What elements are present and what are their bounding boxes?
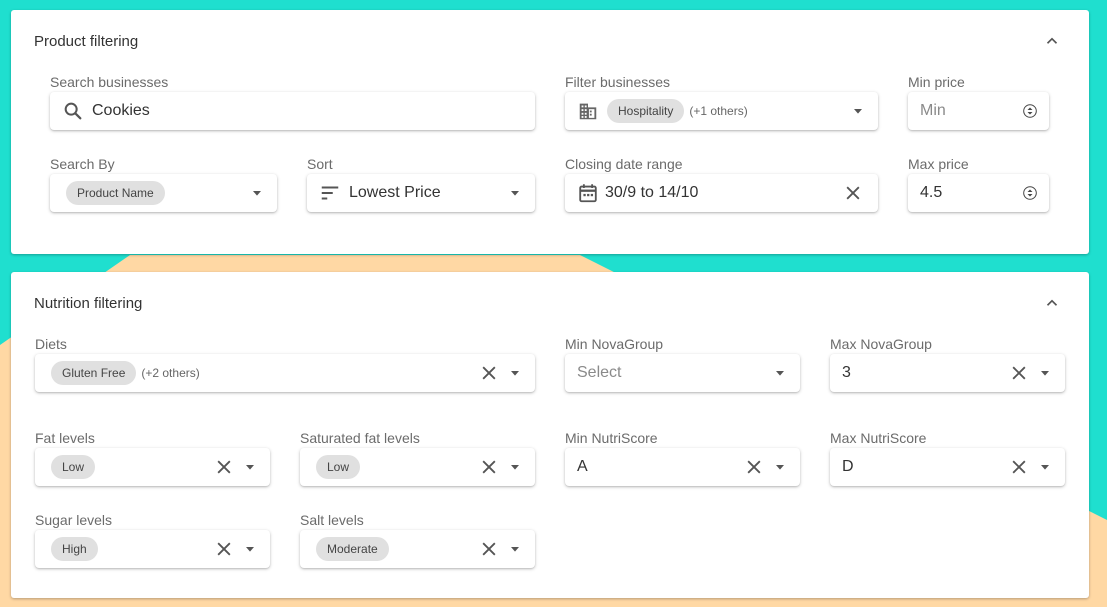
dropdown-arrow-icon[interactable] <box>507 541 523 557</box>
min-nutriscore-select[interactable]: A <box>565 448 800 486</box>
sort-value: Lowest Price <box>349 184 441 201</box>
fat-levels-select[interactable]: Low <box>35 448 270 486</box>
clear-close-icon[interactable] <box>214 539 234 559</box>
min-novagroup-placeholder: Select <box>577 364 622 381</box>
search-by-chip[interactable]: Product Name <box>66 181 165 205</box>
sort-label: Sort <box>307 156 333 172</box>
dropdown-arrow-icon[interactable] <box>507 459 523 475</box>
search-by-select[interactable]: Product Name <box>50 174 277 212</box>
min-nutriscore-label: Min NutriScore <box>565 430 658 446</box>
clear-close-icon[interactable] <box>1009 363 1029 383</box>
dropdown-arrow-icon[interactable] <box>1037 365 1053 381</box>
sugar-levels-select[interactable]: High <box>35 530 270 568</box>
min-novagroup-label: Min NovaGroup <box>565 336 664 352</box>
sugar-levels-chip[interactable]: High <box>51 537 98 561</box>
search-by-label: Search By <box>50 156 115 172</box>
dropdown-arrow-icon[interactable] <box>1037 459 1053 475</box>
dropdown-arrow-icon[interactable] <box>850 103 866 119</box>
dropdown-arrow-icon[interactable] <box>507 365 523 381</box>
saturated-fat-levels-label: Saturated fat levels <box>300 430 420 446</box>
building-icon <box>577 100 599 122</box>
search-businesses-input[interactable]: Cookies <box>50 92 535 130</box>
max-novagroup-select[interactable]: 3 <box>830 354 1065 392</box>
max-novagroup-value: 3 <box>842 364 851 381</box>
dropdown-arrow-icon[interactable] <box>772 365 788 381</box>
max-price-label: Max price <box>908 156 969 172</box>
sort-select[interactable]: Lowest Price <box>307 174 535 212</box>
number-spinner-icon[interactable] <box>1023 185 1037 201</box>
fat-levels-label: Fat levels <box>35 430 95 446</box>
closing-date-range-input[interactable]: 30/9 to 14/10 <box>565 174 878 212</box>
clear-close-icon[interactable] <box>744 457 764 477</box>
dropdown-arrow-icon[interactable] <box>242 459 258 475</box>
max-novagroup-label: Max NovaGroup <box>830 336 932 352</box>
clear-close-icon[interactable] <box>1009 457 1029 477</box>
nutrition-filtering-title: Nutrition filtering <box>34 295 143 312</box>
number-spinner-icon[interactable] <box>1023 103 1037 119</box>
collapse-chevron-up-icon[interactable] <box>1043 294 1061 312</box>
search-icon <box>62 100 84 122</box>
clear-close-icon[interactable] <box>843 183 863 203</box>
filter-businesses-select[interactable]: Hospitality (+1 others) <box>565 92 878 130</box>
salt-levels-chip[interactable]: Moderate <box>316 537 389 561</box>
clear-close-icon[interactable] <box>479 363 499 383</box>
salt-levels-label: Salt levels <box>300 512 364 528</box>
dropdown-arrow-icon[interactable] <box>507 185 523 201</box>
dropdown-arrow-icon[interactable] <box>772 459 788 475</box>
sort-icon <box>319 182 341 204</box>
dropdown-arrow-icon[interactable] <box>249 185 265 201</box>
min-novagroup-select[interactable]: Select <box>565 354 800 392</box>
clear-close-icon[interactable] <box>479 457 499 477</box>
max-price-input[interactable]: 4.5 <box>908 174 1049 212</box>
min-price-input[interactable]: Min <box>908 92 1049 130</box>
closing-date-range-value: 30/9 to 14/10 <box>605 184 699 201</box>
saturated-fat-levels-chip[interactable]: Low <box>316 455 361 479</box>
clear-close-icon[interactable] <box>479 539 499 559</box>
search-businesses-label: Search businesses <box>50 74 169 90</box>
product-filtering-title: Product filtering <box>34 33 139 50</box>
collapse-chevron-up-icon[interactable] <box>1043 32 1061 50</box>
max-nutriscore-label: Max NutriScore <box>830 430 927 446</box>
saturated-fat-levels-select[interactable]: Low <box>300 448 535 486</box>
min-price-label: Min price <box>908 74 965 90</box>
min-nutriscore-value: A <box>577 458 588 475</box>
salt-levels-select[interactable]: Moderate <box>300 530 535 568</box>
diets-label: Diets <box>35 336 67 352</box>
clear-close-icon[interactable] <box>214 457 234 477</box>
filter-businesses-chip[interactable]: Hospitality <box>607 99 685 123</box>
sugar-levels-label: Sugar levels <box>35 512 113 528</box>
filter-businesses-label: Filter businesses <box>565 74 671 90</box>
min-price-placeholder: Min <box>920 102 946 119</box>
max-nutriscore-value: D <box>842 458 854 475</box>
calendar-icon <box>577 182 599 204</box>
closing-date-range-label: Closing date range <box>565 156 683 172</box>
filter-businesses-others: (+1 others) <box>689 104 748 118</box>
max-nutriscore-select[interactable]: D <box>830 448 1065 486</box>
search-businesses-value: Cookies <box>92 102 150 119</box>
nutrition-filtering-panel: Nutrition filtering Diets Gluten Free (+… <box>11 272 1089 598</box>
fat-levels-chip[interactable]: Low <box>51 455 96 479</box>
diets-others: (+2 others) <box>141 366 200 380</box>
diets-chip[interactable]: Gluten Free <box>51 361 137 385</box>
product-filtering-panel: Product filtering Search businesses Cook… <box>11 10 1089 254</box>
max-price-value: 4.5 <box>920 184 943 201</box>
diets-select[interactable]: Gluten Free (+2 others) <box>35 354 535 392</box>
dropdown-arrow-icon[interactable] <box>242 541 258 557</box>
